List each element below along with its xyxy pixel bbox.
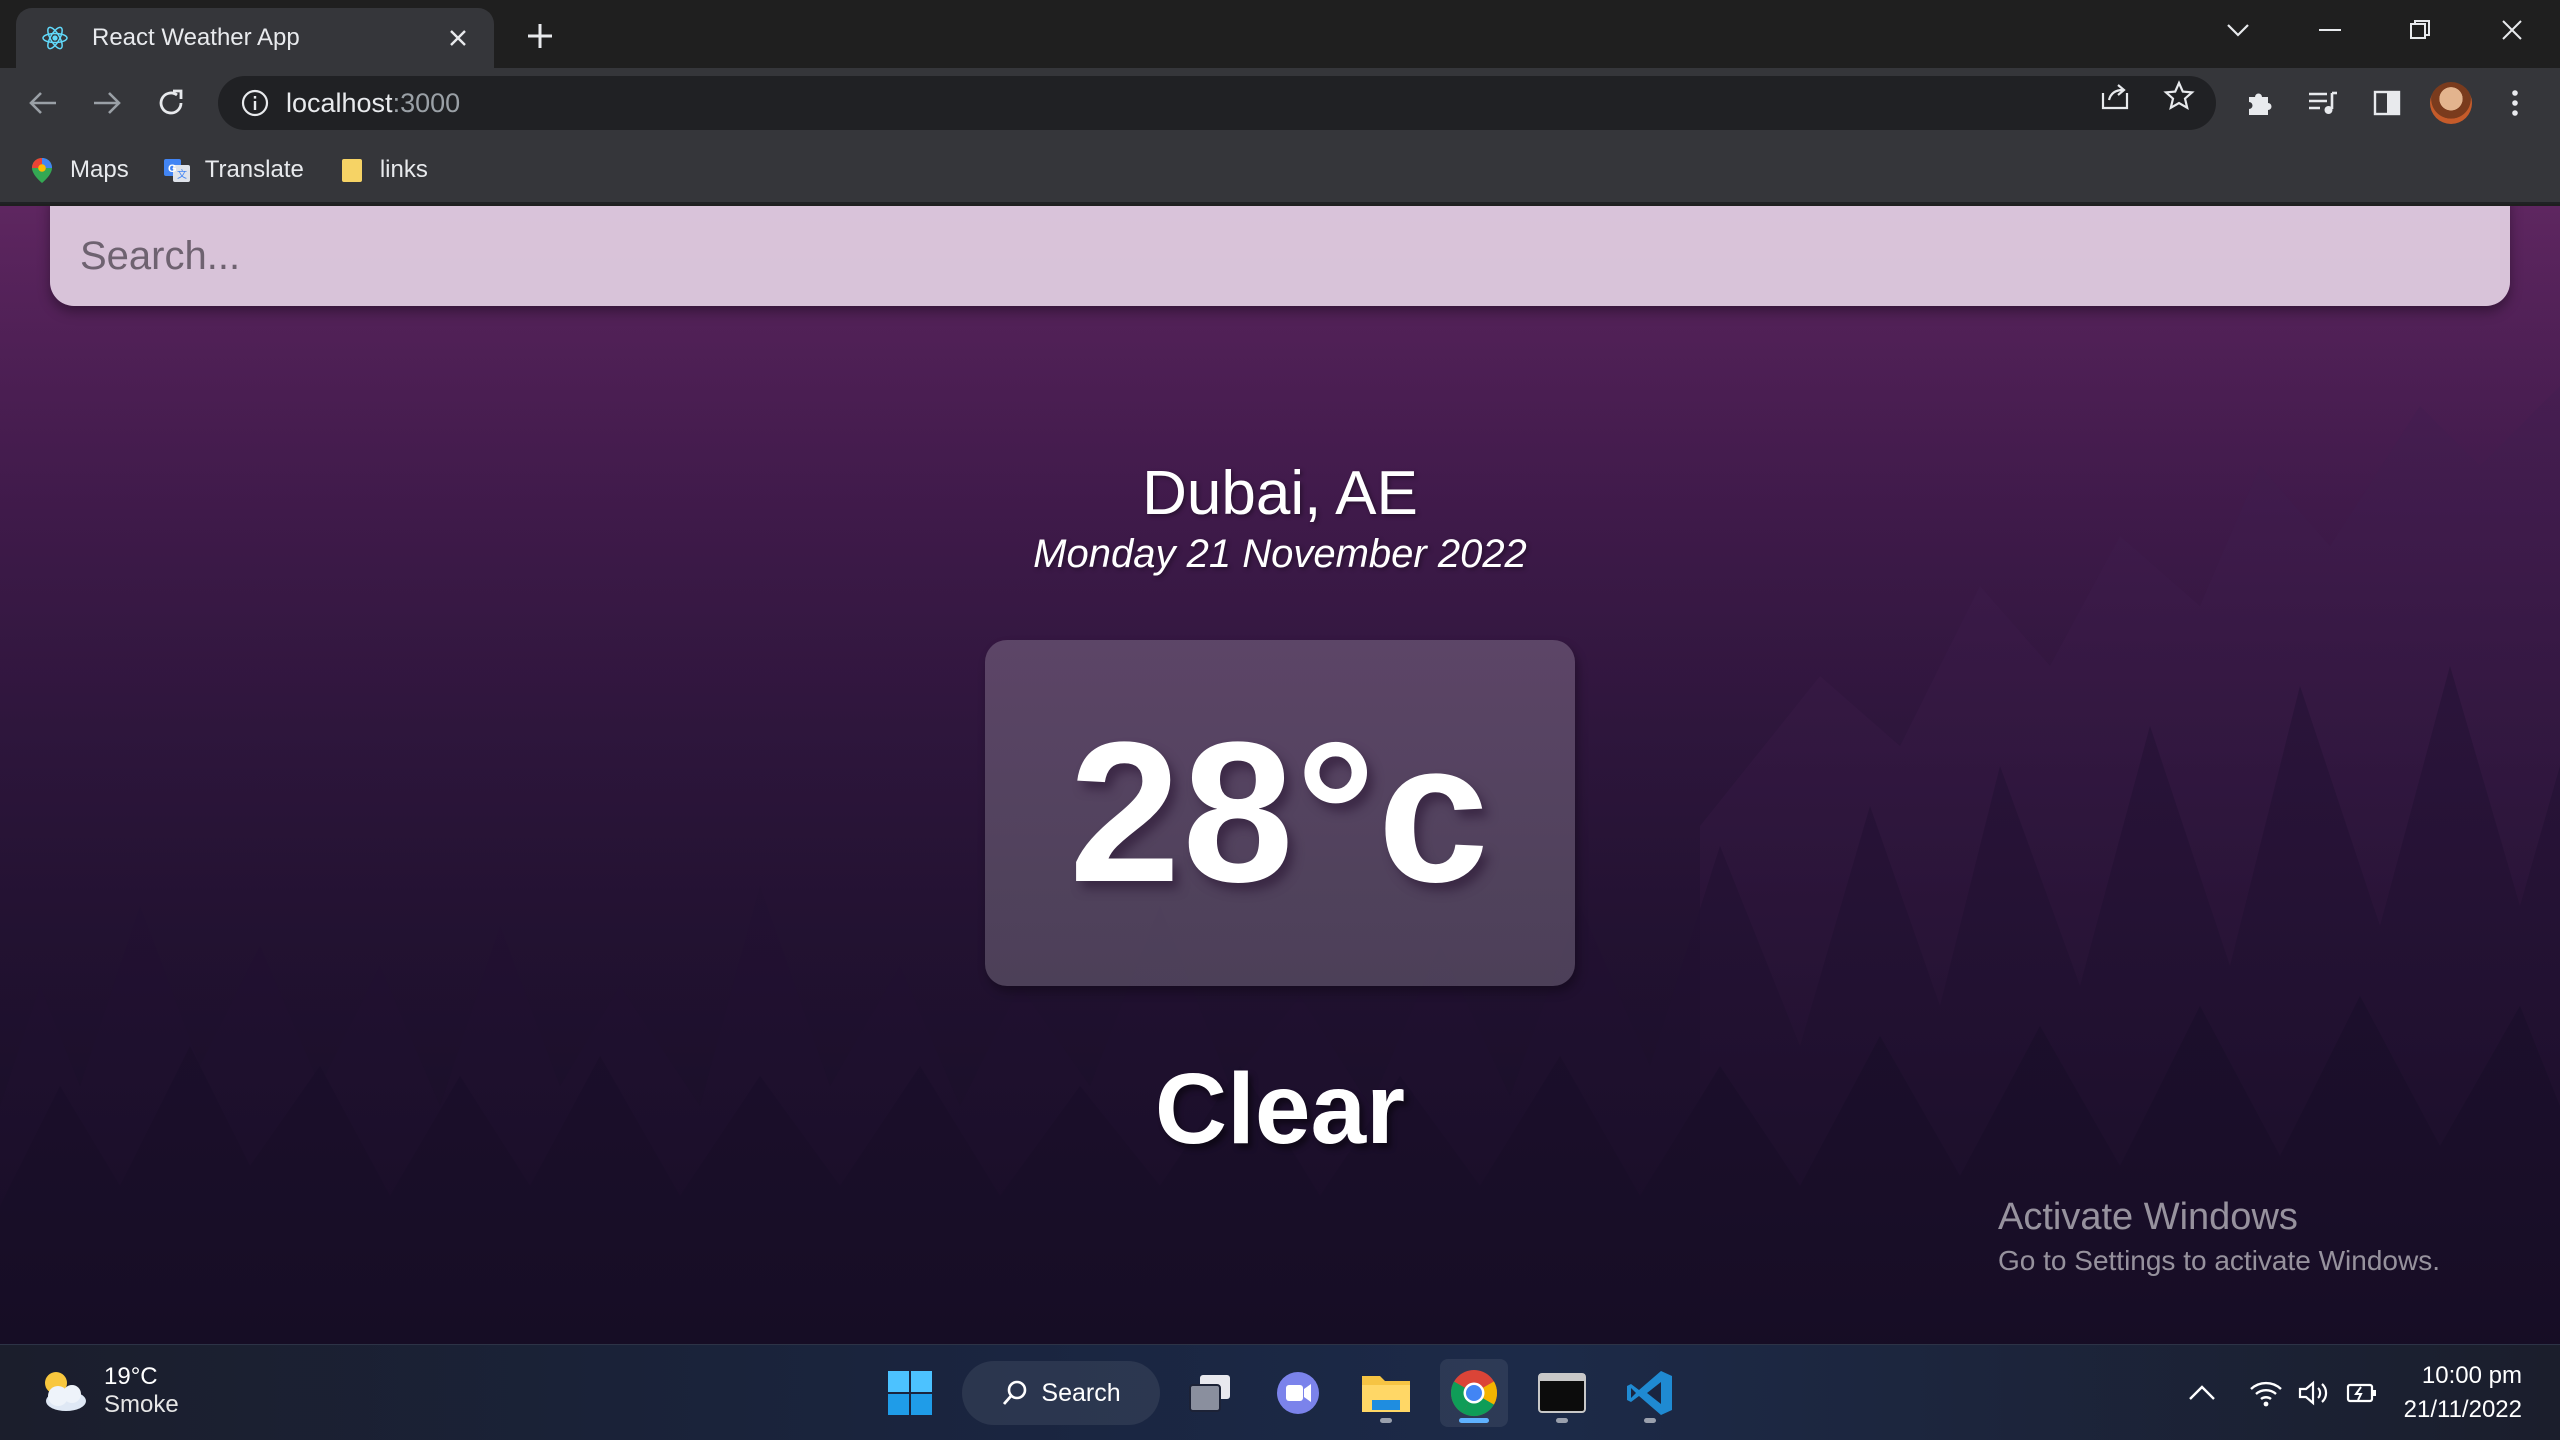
wifi-icon[interactable] [2248,1375,2284,1411]
teams-chat-button[interactable] [1264,1359,1332,1427]
browser-toolbar: localhost:3000 [0,68,2560,138]
bookmark-translate[interactable]: G 文 Translate [163,156,304,184]
forward-arrow-icon[interactable] [86,82,128,124]
reload-icon[interactable] [150,82,192,124]
watermark-title: Activate Windows [1998,1196,2298,1238]
vscode-button[interactable] [1616,1359,1684,1427]
tab-strip: React Weather App [0,0,2560,68]
page-viewport: Dubai, AE Monday 21 November 2022 28°c C… [0,206,2560,1344]
temperature-card: 28°c [985,640,1575,986]
bookmark-label: Maps [70,156,129,183]
bookmark-maps[interactable]: Maps [28,156,129,184]
url-port: :3000 [392,87,461,118]
more-menu-icon[interactable] [2494,82,2536,124]
taskbar-weather-temp: 19°C [104,1363,158,1390]
svg-text:G: G [168,163,177,175]
profile-avatar[interactable] [2430,82,2472,124]
task-view-button[interactable] [1176,1359,1244,1427]
taskbar: 19°C Smoke Search 10:00 pm 21/11/2022 [0,1344,2560,1440]
maps-pin-icon [32,158,52,183]
translate-icon: G 文 [163,159,190,182]
terminal-button[interactable] [1528,1359,1596,1427]
media-queue-icon[interactable] [2302,82,2344,124]
bookmark-star-icon[interactable] [2162,79,2196,113]
side-panel-icon[interactable] [2366,82,2408,124]
taskbar-weather-widget[interactable]: 19°C Smoke [34,1363,179,1419]
file-explorer-button[interactable] [1352,1359,1420,1427]
partly-cloudy-icon [45,1372,86,1411]
restore-icon[interactable] [2390,10,2450,50]
current-date: Monday 21 November 2022 [1033,532,1527,576]
new-tab-icon[interactable] [520,16,560,56]
search-icon [1003,1380,1027,1405]
react-logo-icon [42,26,68,50]
address-bar[interactable]: localhost:3000 [218,76,2216,130]
chrome-icon [1450,1370,1498,1417]
terminal-icon [1538,1373,1586,1413]
system-clock[interactable]: 10:00 pm 21/11/2022 [2404,1359,2522,1427]
share-icon[interactable] [2098,79,2132,113]
bookmarks-bar: Maps G 文 Translate links [0,138,2560,204]
bookmark-links-folder[interactable]: links [338,156,428,184]
extensions-icon[interactable] [2238,82,2280,124]
windows-logo-icon [888,1371,932,1415]
watermark-subtitle: Go to Settings to activate Windows. [1998,1245,2440,1276]
folder-explorer-icon [1362,1376,1410,1412]
show-hidden-icons-chevron-icon[interactable] [2184,1375,2220,1411]
weather-condition: Clear [1154,1053,1406,1165]
active-indicator [1459,1418,1489,1423]
taskbar-search-label: Search [1041,1378,1121,1407]
search-input[interactable] [50,206,2510,306]
browser-tab[interactable]: React Weather App [16,8,494,68]
tab-title: React Weather App [92,24,300,51]
bookmark-label: Translate [204,156,304,183]
task-view-icon [1189,1375,1230,1412]
close-tab-icon[interactable] [442,22,474,54]
location-name: Dubai, AE [1142,459,1418,528]
running-indicator [1380,1418,1392,1423]
tab-search-chevron-icon[interactable] [2208,10,2268,50]
battery-charging-icon[interactable] [2344,1375,2380,1411]
taskbar-weather-desc: Smoke [104,1391,179,1418]
start-button[interactable] [876,1359,944,1427]
temperature-value: 28°c [1069,701,1491,924]
taskbar-search[interactable]: Search [962,1361,1160,1425]
running-indicator [1556,1418,1568,1423]
svg-text:文: 文 [177,168,187,181]
vscode-icon [1627,1371,1672,1415]
minimize-icon[interactable] [2300,10,2360,50]
teams-chat-icon [1277,1372,1319,1414]
activate-windows-watermark: Activate Windows Go to Settings to activ… [1998,1196,2440,1277]
bookmark-label: links [379,156,428,183]
running-indicator [1644,1418,1656,1423]
url-host: localhost [286,87,393,118]
close-window-icon[interactable] [2482,10,2542,50]
volume-icon[interactable] [2296,1375,2332,1411]
clock-time: 10:00 pm [2421,1362,2522,1389]
site-info-icon[interactable] [240,88,270,118]
folder-icon [341,159,362,182]
back-arrow-icon[interactable] [22,82,64,124]
clock-date: 21/11/2022 [2403,1396,2522,1423]
chrome-taskbar-button[interactable] [1440,1359,1508,1427]
